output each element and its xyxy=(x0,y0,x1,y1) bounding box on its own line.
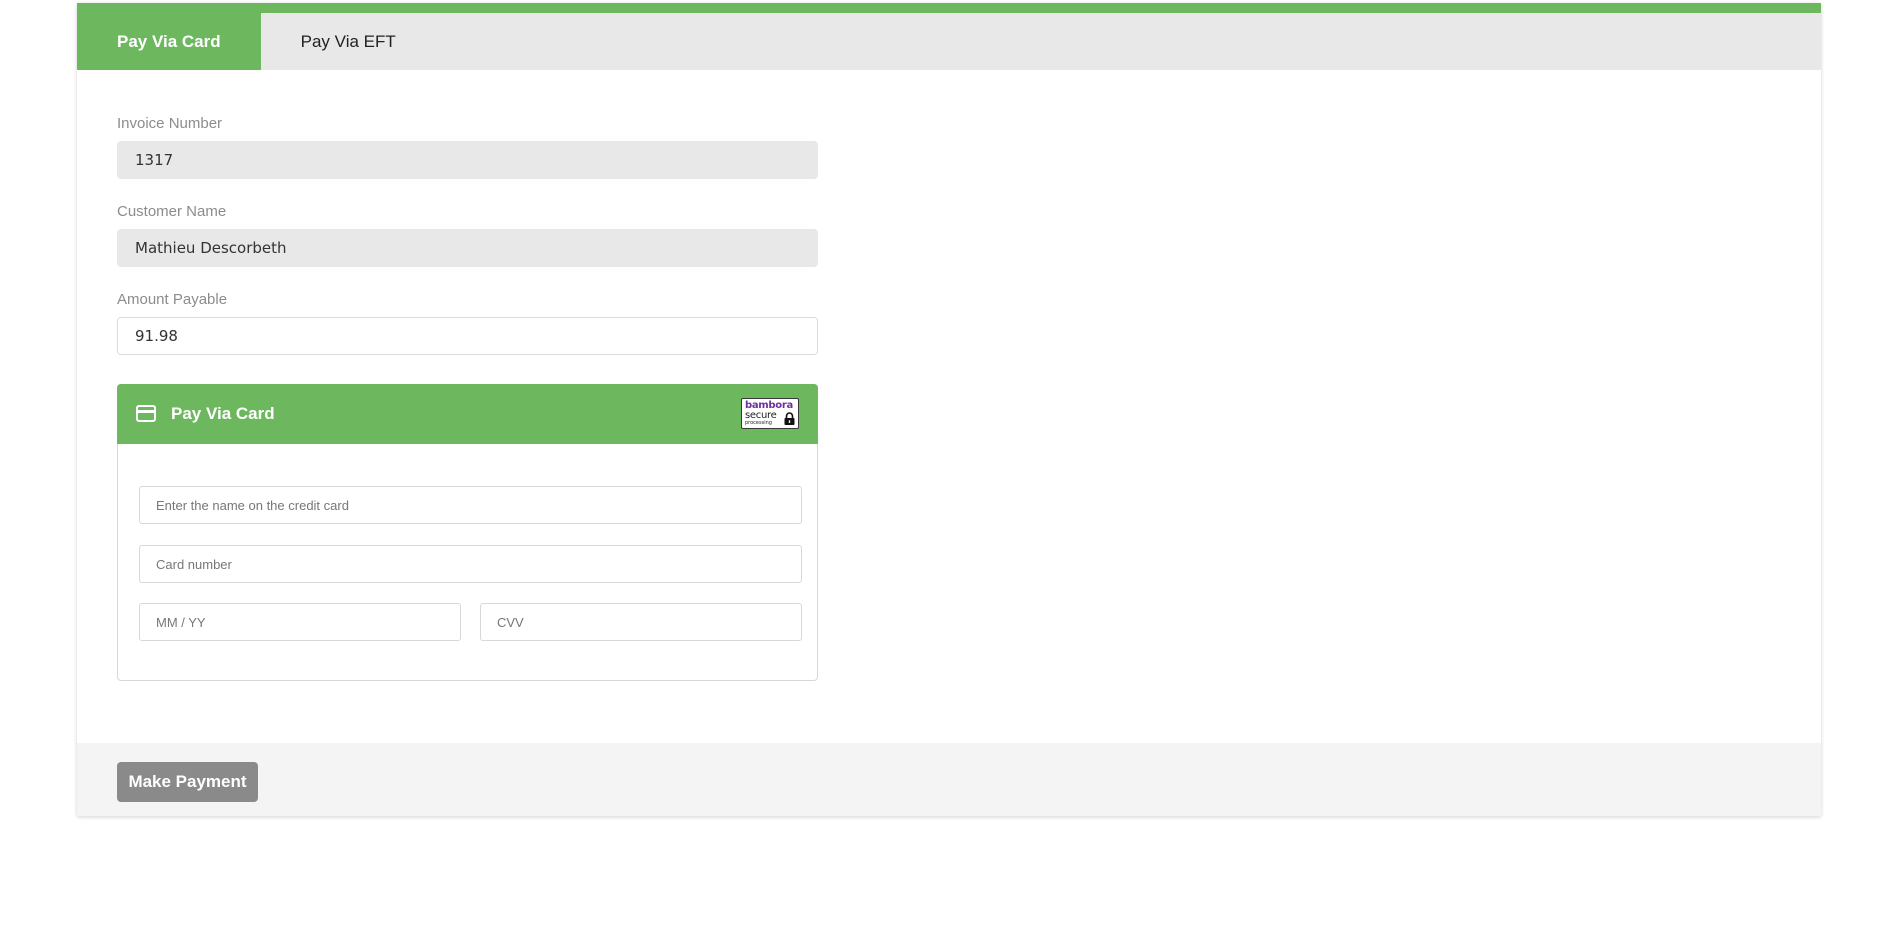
cardholder-name-input[interactable] xyxy=(139,486,802,524)
lock-icon xyxy=(784,412,795,425)
amount-payable-field[interactable]: 91.98 xyxy=(117,317,818,355)
tab-pay-via-eft[interactable]: Pay Via EFT xyxy=(261,13,436,70)
make-payment-button[interactable]: Make Payment xyxy=(117,762,258,802)
credit-card-icon xyxy=(136,405,156,422)
amount-payable-label: Amount Payable xyxy=(117,291,228,308)
card-expiry-input[interactable] xyxy=(139,603,461,641)
accent-strip xyxy=(77,3,1821,13)
card-number-input[interactable] xyxy=(139,545,802,583)
invoice-number-label: Invoice Number xyxy=(117,115,223,132)
customer-name-label: Customer Name xyxy=(117,203,227,220)
payment-container: Pay Via Card Pay Via EFT Invoice Number … xyxy=(77,3,1821,816)
card-panel-title: Pay Via Card xyxy=(171,404,275,423)
customer-name-field: Mathieu Descorbeth xyxy=(117,229,818,267)
card-panel-header: Pay Via Card bambora secure processing xyxy=(117,384,818,444)
bambora-secure-badge: bambora secure processing xyxy=(741,398,799,429)
invoice-number-field: 1317 xyxy=(117,141,818,179)
card-cvv-input[interactable] xyxy=(480,603,802,641)
card-payment-panel: Pay Via Card bambora secure processing xyxy=(117,384,818,681)
badge-processing-text: processing xyxy=(745,420,772,426)
tab-pay-via-card[interactable]: Pay Via Card xyxy=(77,13,261,70)
form-footer: Make Payment xyxy=(77,743,1821,816)
payment-tabs: Pay Via Card Pay Via EFT xyxy=(77,13,1821,70)
